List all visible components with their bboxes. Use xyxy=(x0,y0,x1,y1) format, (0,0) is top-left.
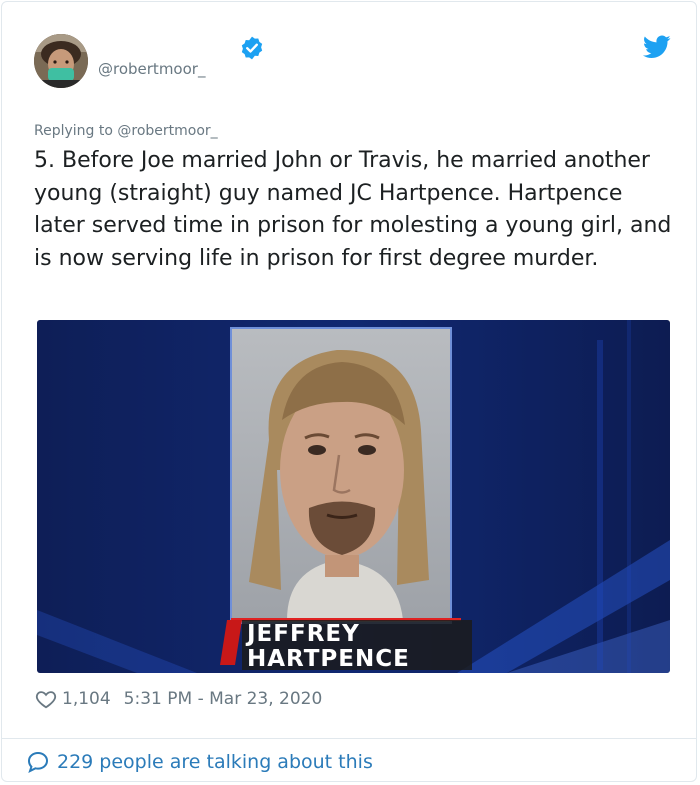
tweet-timestamp[interactable]: 5:31 PM - Mar 23, 2020 xyxy=(124,689,323,709)
media-caption-line1: JEFFREY xyxy=(245,621,360,647)
avatar[interactable] xyxy=(34,34,88,88)
talking-about-link[interactable]: 229 people are talking about this xyxy=(26,748,373,776)
tweet-card: @robertmoor_ Replying to @robertmoor_ 5.… xyxy=(1,1,697,782)
tweet-text: 5. Before Joe married John or Travis, he… xyxy=(34,148,672,271)
avatar-image xyxy=(34,34,88,88)
talking-about-text[interactable]: 229 people are talking about this xyxy=(57,751,373,773)
speech-bubble-icon xyxy=(27,751,49,773)
mugshot-image: JEFFREY HARTPENCE xyxy=(37,320,670,673)
replying-to[interactable]: Replying to @robertmoor_ xyxy=(34,122,218,140)
user-handle[interactable]: @robertmoor_ xyxy=(98,60,205,78)
tweet-meta: 1,104 5:31 PM - Mar 23, 2020 xyxy=(35,686,322,712)
like-count[interactable]: 1,104 xyxy=(62,689,111,709)
verified-badge-icon xyxy=(241,36,263,60)
tweet-media[interactable]: JEFFREY HARTPENCE xyxy=(37,320,670,673)
heart-icon[interactable] xyxy=(35,688,57,710)
twitter-bird-icon[interactable] xyxy=(643,35,671,59)
divider xyxy=(2,738,696,739)
media-caption-line2: HARTPENCE xyxy=(247,646,410,672)
